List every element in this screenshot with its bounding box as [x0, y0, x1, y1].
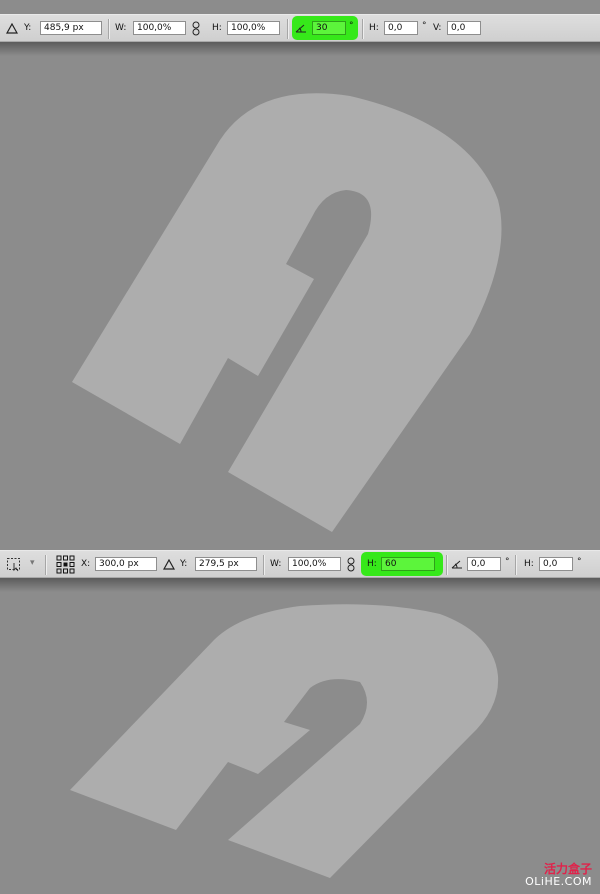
toolbar-shadow: [0, 578, 600, 592]
rotate-highlight: 30 °: [292, 16, 358, 40]
canvas-top: [0, 42, 600, 540]
rotate-angle-icon: [295, 24, 306, 33]
height-label: H:: [212, 23, 222, 33]
rotate-unit: °: [349, 21, 354, 31]
letter-shape-top: [72, 93, 502, 532]
canvas-bottom: 活力盒子 OLiHE.COM: [0, 578, 600, 894]
watermark-site: OLiHE.COM: [525, 875, 592, 888]
separator: [108, 19, 110, 39]
toolbar-shadow: [0, 42, 600, 56]
letter-shape-bottom: [70, 604, 499, 878]
y-field[interactable]: 279,5 px: [195, 557, 257, 571]
rotate-field[interactable]: 0,0: [467, 557, 501, 571]
rotate-angle-icon: [451, 560, 462, 569]
y-label: Y:: [24, 23, 32, 33]
marquee-tool-icon[interactable]: [6, 557, 24, 572]
separator: [45, 555, 47, 575]
tool-dropdown-arrow-icon[interactable]: ▾: [30, 558, 35, 568]
width-field[interactable]: 100,0%: [288, 557, 341, 571]
reference-point-grid-icon[interactable]: [56, 555, 75, 574]
height-field[interactable]: 60: [381, 557, 435, 571]
hskew-unit: °: [577, 557, 582, 567]
separator: [287, 19, 289, 39]
separator: [362, 19, 364, 39]
width-label: W:: [270, 559, 282, 569]
hskew-unit: °: [422, 21, 427, 31]
height-highlight: H: 60: [361, 552, 443, 576]
separator: [263, 555, 265, 575]
watermark-chinese: 活力盒子: [543, 862, 592, 876]
hskew-label: H:: [369, 23, 379, 33]
height-label: H:: [367, 559, 377, 569]
relative-position-triangle-icon[interactable]: [163, 559, 175, 570]
vskew-field[interactable]: 0,0: [447, 21, 481, 35]
width-label: W:: [115, 23, 127, 33]
transform-options-bar-bottom: ▾ X: 300,0 px Y: 279,5 px W: 100,0% H: 6…: [0, 550, 600, 578]
watermark: 活力盒子 OLiHE.COM: [525, 862, 592, 888]
height-field[interactable]: 100,0%: [227, 21, 280, 35]
x-field[interactable]: 300,0 px: [95, 557, 157, 571]
hskew-field[interactable]: 0,0: [384, 21, 418, 35]
x-label: X:: [81, 559, 91, 569]
link-icon[interactable]: [192, 21, 200, 36]
separator: [515, 555, 517, 575]
y-label: Y:: [180, 559, 188, 569]
transform-options-bar-top: Y: 485,9 px W: 100,0% H: 100,0% 30 ° H: …: [0, 14, 600, 42]
y-field[interactable]: 485,9 px: [40, 21, 102, 35]
hskew-field[interactable]: 0,0: [539, 557, 573, 571]
reference-triangle-icon: [6, 23, 18, 34]
separator: [446, 555, 448, 575]
width-field[interactable]: 100,0%: [133, 21, 186, 35]
hskew-label: H:: [524, 559, 534, 569]
vskew-label: V:: [433, 23, 442, 33]
rotate-unit: °: [505, 557, 510, 567]
link-icon[interactable]: [347, 557, 355, 572]
rotate-field[interactable]: 30: [312, 21, 346, 35]
